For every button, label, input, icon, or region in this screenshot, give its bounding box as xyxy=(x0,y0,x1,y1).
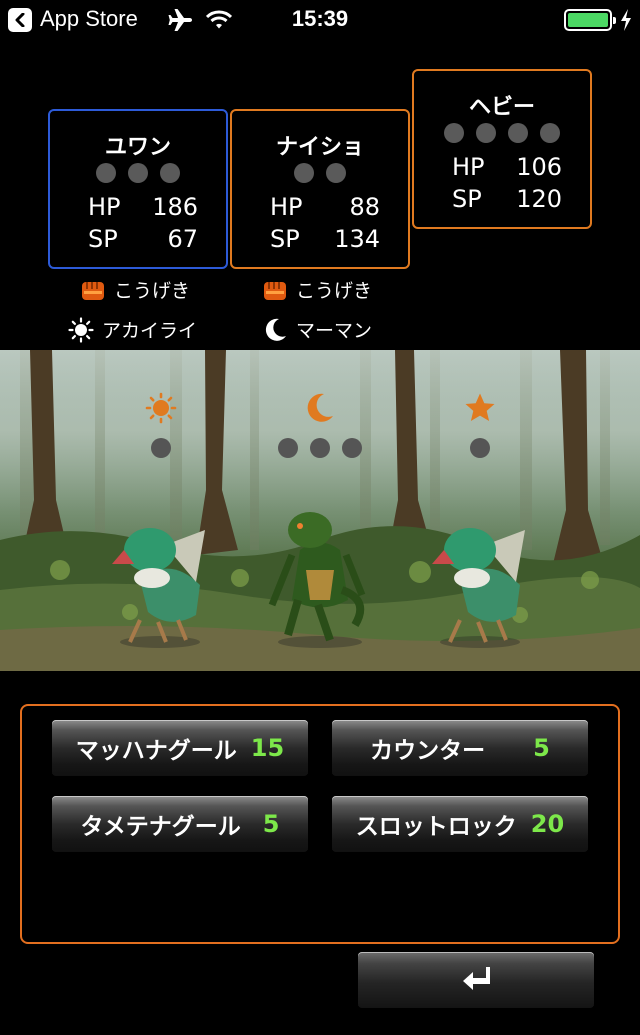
skill-button-counter[interactable]: カウンター 5 xyxy=(332,720,588,776)
hp-stat: HP 88 xyxy=(270,193,380,221)
enemy-pip xyxy=(342,438,362,458)
fist-icon xyxy=(82,281,104,300)
action-pips xyxy=(232,163,408,183)
enemy-pips-1 xyxy=(151,438,171,458)
hp-value: 186 xyxy=(152,193,198,221)
sp-stat: SP 120 xyxy=(452,185,562,213)
action-label: こうげき xyxy=(296,280,373,302)
party-card-hebi[interactable]: ヘビー HP 106 SP 120 xyxy=(412,69,592,229)
party-card-naisho[interactable]: ナイショ HP 88 SP 134 xyxy=(230,109,410,269)
skill-label: マッハナグール xyxy=(75,738,237,764)
skill-label: タメテナグール xyxy=(80,814,241,840)
action-pip xyxy=(96,163,116,183)
skill-label: カウンター xyxy=(370,738,486,764)
action-pip xyxy=(326,163,346,183)
skill-cost: 20 xyxy=(530,810,565,838)
hp-stat: HP 106 xyxy=(452,153,562,181)
action-pip xyxy=(540,123,560,143)
party-member-name: ヘビー xyxy=(468,95,535,120)
target-label: マーマン xyxy=(296,320,373,342)
hp-value: 106 xyxy=(516,153,562,181)
party-member-name: ユワン xyxy=(104,135,171,160)
sp-value: 67 xyxy=(167,225,198,253)
party-member-name: ナイショ xyxy=(275,135,364,160)
enemy-pip xyxy=(151,438,171,458)
enemy-pip xyxy=(278,438,298,458)
action-pips xyxy=(50,163,226,183)
action-pip xyxy=(160,163,180,183)
enemy-pip xyxy=(470,438,490,458)
selected-target-1: アカイライ xyxy=(68,316,197,343)
skill-button-tamete-nagool[interactable]: タメテナグール 5 xyxy=(52,796,308,852)
skill-cost: 5 xyxy=(533,734,550,762)
skill-button-slot-lock[interactable]: スロットロック 20 xyxy=(332,796,588,852)
skill-panel: マッハナグール 15 カウンター 5 タメテナグール 5 スロットロック 20 xyxy=(20,704,620,944)
moon-icon xyxy=(265,318,286,341)
selected-action-2: こうげき xyxy=(262,276,372,303)
skill-button-mahha-nagool[interactable]: マッハナグール 15 xyxy=(52,720,308,776)
battle-scene xyxy=(0,350,640,671)
enemy-pips-3 xyxy=(470,438,490,458)
return-button[interactable] xyxy=(358,952,594,1008)
action-pip xyxy=(476,123,496,143)
sp-value: 134 xyxy=(334,225,380,253)
action-label: こうげき xyxy=(114,280,191,302)
hp-stat: HP 186 xyxy=(88,193,198,221)
sp-stat: SP 67 xyxy=(88,225,198,253)
selected-action-1: こうげき xyxy=(80,276,190,303)
sun-icon xyxy=(68,316,94,343)
party-card-yuwan[interactable]: ユワン HP 186 SP 67 xyxy=(48,109,228,269)
target-label: アカイライ xyxy=(102,320,198,342)
sp-value: 120 xyxy=(516,185,562,213)
action-pip xyxy=(128,163,148,183)
sp-stat: SP 134 xyxy=(270,225,380,253)
skill-cost: 15 xyxy=(250,734,285,762)
return-arrow-icon xyxy=(463,967,490,990)
battery-icon xyxy=(564,9,616,31)
skill-label: スロットロック xyxy=(355,814,517,840)
status-clock: 15:39 xyxy=(291,6,349,31)
sun-icon xyxy=(145,392,177,424)
moon-icon xyxy=(307,393,333,422)
action-pips xyxy=(414,123,590,143)
enemy-pip xyxy=(310,438,330,458)
star-icon xyxy=(465,393,495,421)
action-pip xyxy=(294,163,314,183)
status-bar: App Store 15:39 xyxy=(0,0,640,40)
fist-icon xyxy=(264,281,286,300)
skill-cost: 5 xyxy=(262,810,280,838)
action-pip xyxy=(508,123,528,143)
charging-bolt-icon xyxy=(621,9,631,31)
action-pip xyxy=(444,123,464,143)
selected-target-2: マーマン xyxy=(262,316,372,343)
enemy-pips-2 xyxy=(278,438,362,458)
hp-value: 88 xyxy=(349,193,380,221)
